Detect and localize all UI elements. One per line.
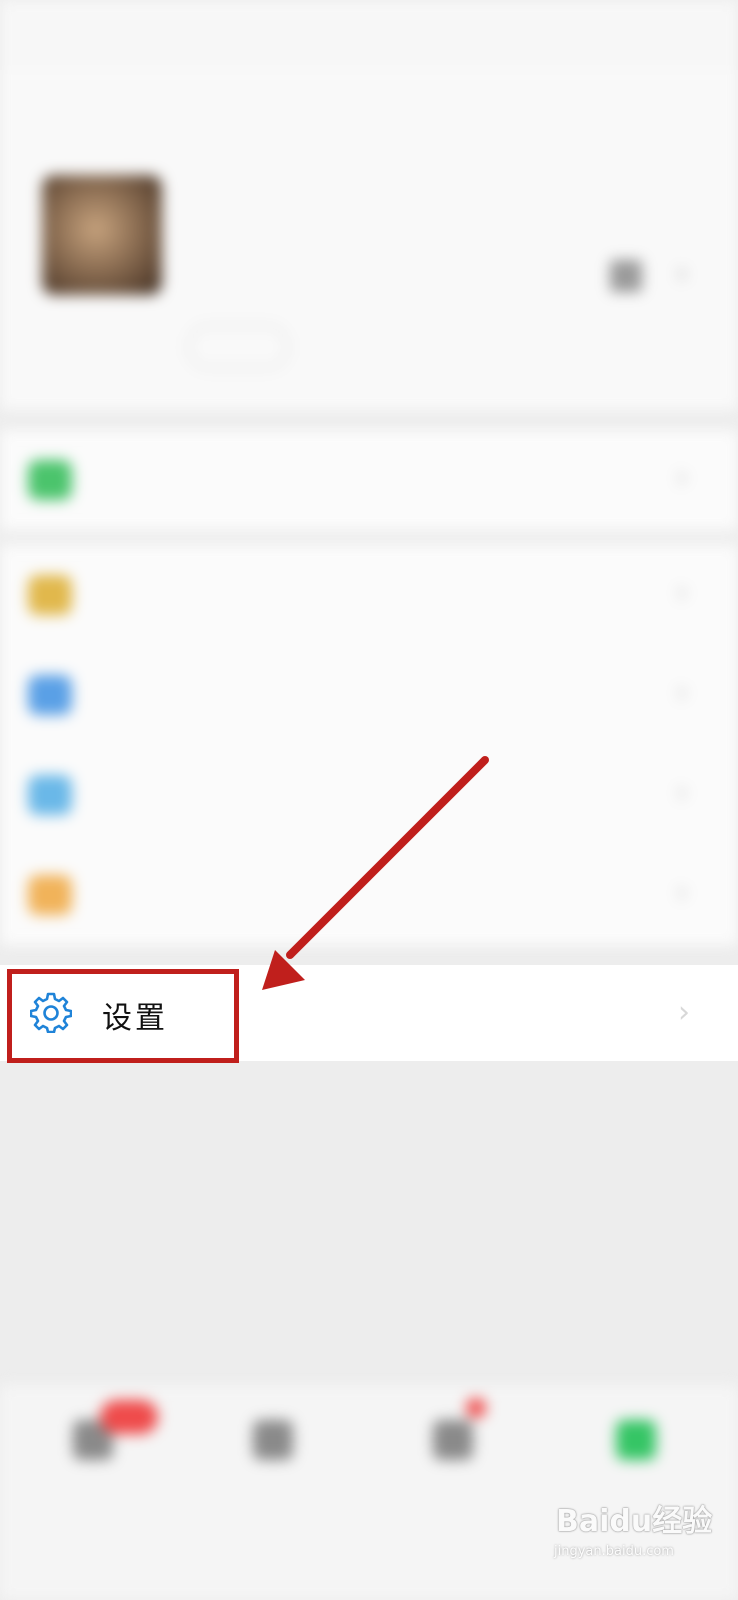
qr-code-icon[interactable] (610, 260, 642, 292)
highlight-box (7, 969, 239, 1063)
pay-icon (28, 460, 72, 500)
cards-icon (28, 775, 72, 815)
chevron-right-icon: › (676, 256, 688, 291)
tab-me[interactable] (588, 1410, 678, 1500)
discover-icon (433, 1420, 473, 1460)
moments-icon (28, 675, 72, 715)
avatar[interactable] (42, 175, 162, 295)
chevron-right-icon: › (676, 775, 688, 810)
status-button[interactable] (188, 325, 288, 369)
me-icon (616, 1420, 656, 1460)
menu-item-stickers[interactable]: › (0, 845, 738, 945)
menu-item-cards[interactable]: › (0, 745, 738, 845)
tab-contacts[interactable] (225, 1410, 315, 1500)
blurred-background: › › › › › › (0, 0, 738, 1600)
unread-badge (100, 1400, 158, 1434)
baidu-watermark: Baidu经验 (556, 1504, 713, 1539)
notification-dot (466, 1398, 486, 1418)
profile-header[interactable]: › (0, 70, 738, 410)
chevron-right-icon: › (678, 995, 690, 1030)
chevron-right-icon: › (676, 575, 688, 610)
stickers-icon (28, 875, 72, 915)
baidu-watermark-url: jingyan.baidu.com (554, 1544, 674, 1559)
menu-item-pay[interactable]: › (0, 430, 738, 530)
status-bar (0, 0, 738, 70)
contacts-icon (253, 1420, 293, 1460)
menu-item-favorites[interactable]: › (0, 545, 738, 645)
tab-discover[interactable] (405, 1410, 495, 1500)
chevron-right-icon: › (676, 460, 688, 495)
chevron-right-icon: › (676, 675, 688, 710)
menu-item-moments[interactable]: › (0, 645, 738, 745)
chevron-right-icon: › (676, 875, 688, 910)
favorites-icon (28, 575, 72, 615)
